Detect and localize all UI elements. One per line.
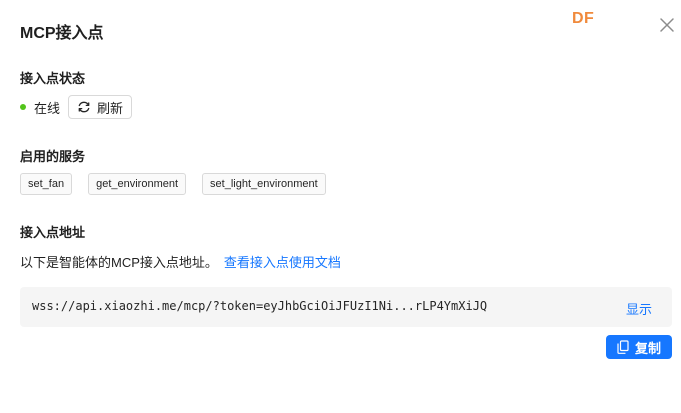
copy-icon (617, 340, 629, 354)
endpoint-url: wss://api.xiaozhi.me/mcp/?token=eyJhbGci… (32, 299, 488, 313)
df-logo: DF (572, 10, 595, 27)
refresh-icon (77, 100, 91, 114)
status-row: 在线 刷新 (20, 95, 133, 119)
close-icon[interactable] (658, 16, 676, 34)
dialog-title: MCP接入点 (20, 25, 104, 42)
service-tag: get_environment (88, 173, 187, 195)
service-tag: set_light_environment (202, 173, 326, 195)
status-text: 在线 (34, 100, 61, 116)
doc-link[interactable]: 查看接入点使用文档 (224, 255, 341, 270)
services-section-label: 启用的服务 (20, 149, 86, 164)
copy-button[interactable]: 复制 (606, 335, 672, 359)
refresh-button[interactable]: 刷新 (68, 95, 133, 119)
status-section-label: 接入点状态 (20, 71, 86, 86)
services-tag-list: set_fan get_environment set_light_enviro… (20, 173, 342, 195)
show-token-link[interactable]: 显示 (626, 299, 652, 318)
address-section-label: 接入点地址 (20, 225, 86, 240)
address-description: 以下是智能体的MCP接入点地址。 查看接入点使用文档 (20, 252, 341, 271)
status-dot (20, 104, 26, 110)
service-tag: set_fan (20, 173, 73, 195)
refresh-label: 刷新 (97, 100, 124, 116)
address-description-text: 以下是智能体的MCP接入点地址。 (20, 255, 218, 270)
copy-label: 复制 (634, 340, 661, 356)
endpoint-url-box: wss://api.xiaozhi.me/mcp/?token=eyJhbGci… (20, 287, 672, 327)
mcp-endpoint-dialog: MCP接入点 DF 接入点状态 在线 刷新 启用的服务 set_fan get_… (0, 0, 681, 413)
